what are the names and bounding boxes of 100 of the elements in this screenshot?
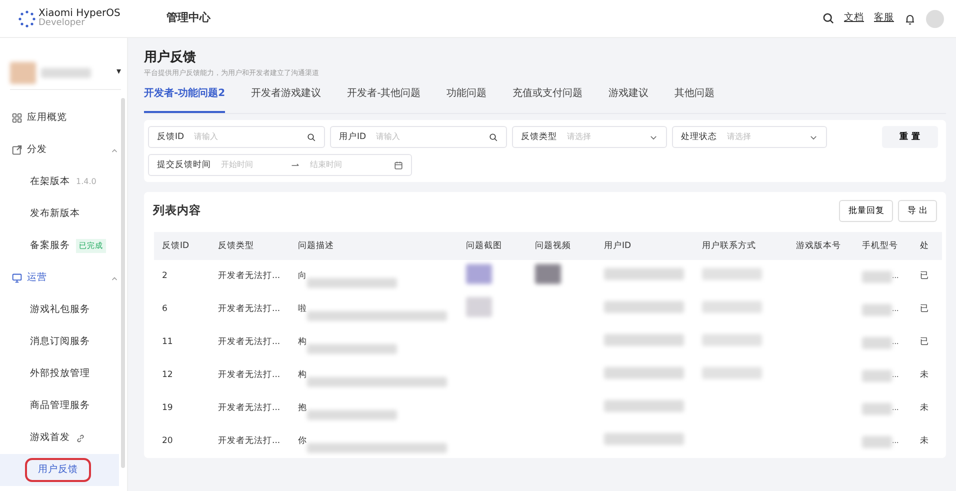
caret-icon[interactable]: ▾: [116, 66, 121, 80]
table-cell-text: 开发者无法打...: [217, 435, 282, 448]
table-cell-text: 开发者无法打...: [217, 336, 282, 349]
sidebar-item[interactable]: 发布新版本: [0, 198, 119, 230]
redacted-block: [862, 336, 892, 348]
redacted-block: [862, 304, 892, 316]
redacted-block: [862, 270, 892, 282]
table-cell-text: 19: [161, 402, 174, 415]
screenshot-thumbnail: [466, 297, 492, 318]
link-icon: [76, 434, 85, 442]
table-cell: 抱: [298, 402, 307, 415]
table-cell-text: 11: [161, 336, 174, 349]
table-cell-text: 开发者无法打...: [217, 369, 282, 382]
search-field[interactable]: 用户ID 请输入: [330, 126, 507, 148]
search-icon: [489, 132, 498, 142]
table-cell: 向: [298, 270, 307, 283]
redacted-block: [702, 268, 762, 280]
sidebar-item[interactable]: 用户反馈: [0, 454, 119, 486]
text-input[interactable]: 请输入: [376, 131, 466, 143]
table-cell-text: 开发者无法打...: [217, 270, 282, 283]
tab[interactable]: 游戏建议: [608, 86, 649, 113]
text-input[interactable]: 开始时间: [221, 159, 281, 171]
tab[interactable]: 开发者-其他问题: [347, 86, 421, 113]
redacted-block: [702, 301, 762, 314]
column-header: 反馈ID: [161, 240, 190, 252]
column-header: 处: [919, 240, 930, 252]
table-cell: 构: [298, 336, 307, 349]
text-input[interactable]: 请选择: [727, 131, 797, 143]
column-header: 问题截图: [465, 240, 503, 252]
header-title: 管理中心: [166, 10, 210, 26]
table-cell-text: 已: [919, 270, 930, 283]
table-cell-text: 12: [161, 369, 174, 382]
table-cell-text: 未: [919, 369, 930, 382]
redacted-block: [702, 367, 762, 380]
table-cell: 构: [298, 369, 307, 382]
logo-icon: [18, 10, 36, 28]
sidebar-item[interactable]: 运营: [0, 262, 119, 294]
redacted-account: [10, 62, 36, 84]
sidebar-item[interactable]: 外部投放管理: [0, 358, 119, 390]
tab[interactable]: 开发者-功能问题2: [144, 86, 226, 113]
column-header: 问题视频: [534, 240, 572, 252]
sidebar-item[interactable]: 应用概览: [0, 102, 119, 134]
page-title: 用户反馈: [144, 48, 197, 67]
share-icon: [12, 145, 22, 155]
sidebar-item[interactable]: 分发: [0, 134, 119, 166]
search-icon[interactable]: [823, 13, 834, 24]
select-field[interactable]: 反馈类型 请选择: [512, 126, 667, 148]
text-input[interactable]: 请选择: [567, 131, 637, 143]
tab[interactable]: 功能问题: [446, 86, 487, 113]
redacted-block: [862, 402, 892, 414]
tab[interactable]: 其他问题: [674, 86, 715, 113]
column-header: 手机型号: [861, 240, 899, 252]
table-cell-text: 开发者无法打...: [217, 402, 282, 415]
redacted-block: [862, 370, 892, 382]
video-thumbnail: [535, 264, 561, 284]
table-cell: 啦: [298, 303, 307, 316]
column-header: 问题描述: [297, 240, 335, 252]
table-cell-text: 未: [919, 435, 930, 448]
calendar-icon: [394, 160, 403, 170]
sidebar-item[interactable]: 在架版本 1.4.0: [0, 166, 119, 198]
redacted-text: [41, 68, 91, 78]
header-link[interactable]: 文档: [844, 11, 864, 26]
search-field[interactable]: 反馈ID 请输入: [148, 126, 325, 148]
brand-subtitle: Developer: [38, 19, 85, 28]
table-cell-text: 未: [919, 402, 930, 415]
action-button[interactable]: 批量回复: [839, 200, 894, 222]
redacted-block: [702, 334, 762, 346]
sidebar-item[interactable]: 消息订阅服务: [0, 326, 119, 358]
sidebar-item[interactable]: 游戏首发: [0, 422, 119, 454]
list-title: 列表内容: [153, 202, 201, 220]
header-link[interactable]: 客服: [874, 11, 894, 26]
table-cell-text: 20: [161, 435, 174, 448]
brand-name: Xiaomi HyperOS: [38, 8, 120, 19]
select-field[interactable]: 处理状态 请选择: [672, 126, 827, 148]
date-range-field[interactable]: 提交反馈时间 开始时间 结束时间: [148, 154, 412, 176]
table-cell-text: 已: [919, 336, 930, 349]
screenshot-thumbnail: [466, 264, 492, 284]
sidebar-item[interactable]: 商品管理服务: [0, 390, 119, 422]
grid-icon: [12, 113, 22, 123]
text-input[interactable]: 结束时间: [310, 159, 370, 171]
table-cell-text: 2: [161, 270, 168, 283]
reset-button[interactable]: 重 置: [882, 126, 938, 148]
tab[interactable]: 充值或支付问题: [512, 86, 583, 113]
text-input[interactable]: 请输入: [194, 131, 284, 143]
bell-icon[interactable]: [904, 12, 916, 24]
action-button[interactable]: 导 出: [898, 200, 937, 222]
tab[interactable]: 开发者游戏建议: [251, 86, 322, 113]
column-header: 反馈类型: [217, 240, 255, 252]
sidebar-item[interactable]: 游戏礼包服务: [0, 294, 119, 326]
table-cell: 你: [298, 435, 307, 448]
column-header: 用户联系方式: [701, 240, 757, 252]
redacted-block: [862, 436, 892, 448]
table-cell-text: 6: [161, 303, 168, 316]
version-text: 1.4.0: [76, 176, 96, 188]
table-cell-text: 已: [919, 303, 930, 316]
column-header: 用户ID: [603, 240, 632, 252]
column-header: 游戏版本号: [795, 240, 842, 252]
monitor-icon: [12, 273, 22, 283]
table-cell-text: 开发者无法打...: [217, 303, 282, 316]
search-icon: [307, 132, 316, 142]
